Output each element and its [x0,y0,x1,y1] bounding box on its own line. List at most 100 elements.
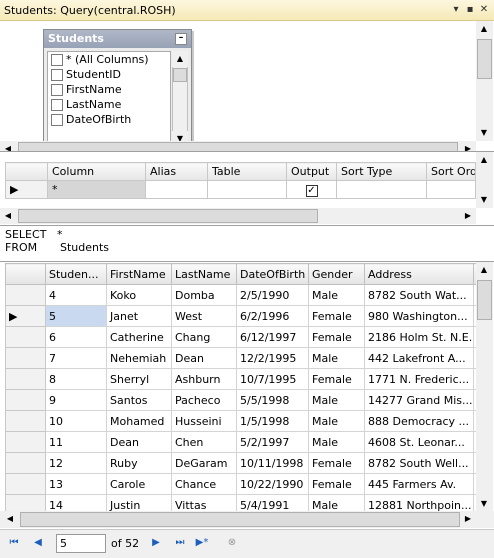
row-header[interactable] [5,452,46,474]
minimize-icon[interactable]: – [175,33,187,45]
scroll-thumb[interactable] [18,209,318,223]
table-cell[interactable]: Chang [171,326,237,348]
criteria-cell-column[interactable]: * [47,180,146,199]
table-cell[interactable]: West [171,305,237,327]
column-checkbox[interactable] [51,69,63,81]
new-record-icon[interactable]: ▶* [194,535,210,551]
table-cell[interactable]: 2186 Holm St. N.E. [364,326,474,348]
table-cell[interactable]: 888 Democracy ... [364,410,474,432]
scroll-thumb[interactable] [477,280,492,320]
table-cell[interactable]: 6/12/1997 [236,326,309,348]
table-header[interactable]: Students – [44,30,191,48]
table-cell[interactable]: Female [308,473,365,495]
table-cell[interactable]: Female [308,368,365,390]
results-column-header[interactable]: DateOfBirth [236,263,309,285]
table-cell[interactable]: Male [308,347,365,369]
scroll-thumb[interactable] [20,512,460,527]
table-cell[interactable]: Sherryl [106,368,172,390]
scroll-thumb[interactable] [173,68,187,82]
column-list-item[interactable]: FirstName [48,82,170,97]
scroll-down-icon[interactable]: ▼ [476,125,492,141]
scroll-up-icon[interactable]: ▲ [172,51,188,67]
scroll-up-icon[interactable]: ▲ [476,152,492,168]
column-list-item[interactable]: DateOfBirth [48,112,170,127]
first-record-icon[interactable]: ⏮ [6,535,22,551]
table-cell[interactable]: 980 Washington... [364,305,474,327]
table-cell[interactable]: Janet [106,305,172,327]
column-list-item[interactable]: StudentID [48,67,170,82]
table-cell[interactable]: Dean [106,431,172,453]
table-row[interactable]: ▶ 5 Janet West 6/2/1996 Female 980 Washington.… [5,305,492,327]
table-cell[interactable]: Chen [171,431,237,453]
criteria-cell-table[interactable] [207,180,287,199]
table-cell[interactable]: Female [308,326,365,348]
table-row[interactable]: 7 Nehemiah Dean 12/2/1995 Male 442 Lakefront … [5,347,492,369]
table-cell[interactable]: Carole [106,473,172,495]
results-vscrollbar[interactable]: ▲ ▼ [476,262,493,512]
table-cell[interactable]: Male [308,410,365,432]
table-cell[interactable]: 8 [45,368,107,390]
row-header[interactable] [5,473,46,495]
sql-pane[interactable]: SELECT * FROM Students [0,225,494,260]
table-cell[interactable]: Catherine [106,326,172,348]
table-cell[interactable]: 11 [45,431,107,453]
row-header[interactable] [5,347,46,369]
scroll-up-icon[interactable]: ▲ [476,21,492,37]
table-cell[interactable]: 10 [45,410,107,432]
diagram-vscrollbar[interactable]: ▲ ▼ [476,21,493,141]
table-cell[interactable]: 13 [45,473,107,495]
table-cell[interactable]: 442 Lakefront A... [364,347,474,369]
results-column-header[interactable]: LastName [171,263,237,285]
next-record-icon[interactable]: ▶ [148,535,164,551]
table-cell[interactable]: 12 [45,452,107,474]
table-cell[interactable]: Santos [106,389,172,411]
window-position-icon[interactable]: ▾ [449,3,463,17]
results-column-header[interactable]: Address [364,263,474,285]
criteria-vscrollbar[interactable]: ▲ ▼ [476,152,493,208]
table-students-box[interactable]: Students – * (All Columns) StudentID First… [43,29,192,151]
results-column-header[interactable]: Studen... [45,263,107,285]
table-cell[interactable]: Domba [171,284,237,306]
row-header[interactable] [5,326,46,348]
table-row[interactable]: 9 Santos Pacheco 5/5/1998 Male 14277 Grand Mi… [5,389,492,411]
scroll-left-icon[interactable]: ◀ [2,511,18,527]
table-cell[interactable]: 5/2/1997 [236,431,309,453]
scroll-right-icon[interactable]: ▶ [460,208,476,224]
scroll-thumb[interactable] [477,39,492,79]
table-cell[interactable]: 12/2/1995 [236,347,309,369]
scroll-right-icon[interactable]: ▶ [460,511,476,527]
pin-icon[interactable]: ▪ [463,3,477,17]
table-row[interactable]: 6 Catherine Chang 6/12/1997 Female 2186 Holm … [5,326,492,348]
table-cell[interactable]: 445 Farmers Av. [364,473,474,495]
table-cell[interactable]: 1771 N. Frederic... [364,368,474,390]
table-cell[interactable]: 5 [45,305,107,327]
scroll-down-icon[interactable]: ▼ [476,496,492,512]
table-cell[interactable]: Husseini [171,410,237,432]
scroll-down-icon[interactable]: ▼ [476,192,492,208]
table-cell[interactable]: Nehemiah [106,347,172,369]
row-header[interactable] [5,284,46,306]
last-record-icon[interactable]: ⏭ [172,535,188,551]
table-cell[interactable]: Ashburn [171,368,237,390]
close-icon[interactable]: ✕ [477,3,491,17]
criteria-cell-sort-type[interactable] [336,180,427,199]
previous-record-icon[interactable]: ◀ [30,535,46,551]
scroll-left-icon[interactable]: ◀ [0,208,16,224]
table-cell[interactable]: 1/5/1998 [236,410,309,432]
table-cell[interactable]: 9 [45,389,107,411]
table-cell[interactable]: 14277 Grand Mis... [364,389,474,411]
results-column-header[interactable]: FirstName [106,263,172,285]
output-checkbox[interactable]: ✓ [305,184,318,197]
results-hscrollbar[interactable]: ◀ ▶ [0,511,494,528]
table-cell[interactable]: 7 [45,347,107,369]
row-header[interactable]: ▶ [5,305,46,327]
table-row[interactable]: 11 Dean Chen 5/2/1997 Male 4608 St. Leonar...… [5,431,492,453]
row-header[interactable] [5,389,46,411]
table-row[interactable]: 13 Carole Chance 10/22/1990 Female 445 Farmer… [5,473,492,495]
results-column-header[interactable]: Gender [308,263,365,285]
table-cell[interactable]: 6 [45,326,107,348]
table-cell[interactable]: 8782 South Wat... [364,284,474,306]
table-cell[interactable]: Male [308,284,365,306]
table-cell[interactable]: Male [308,431,365,453]
table-row[interactable]: 12 Ruby DeGaram 10/11/1998 Female 8782 South … [5,452,492,474]
